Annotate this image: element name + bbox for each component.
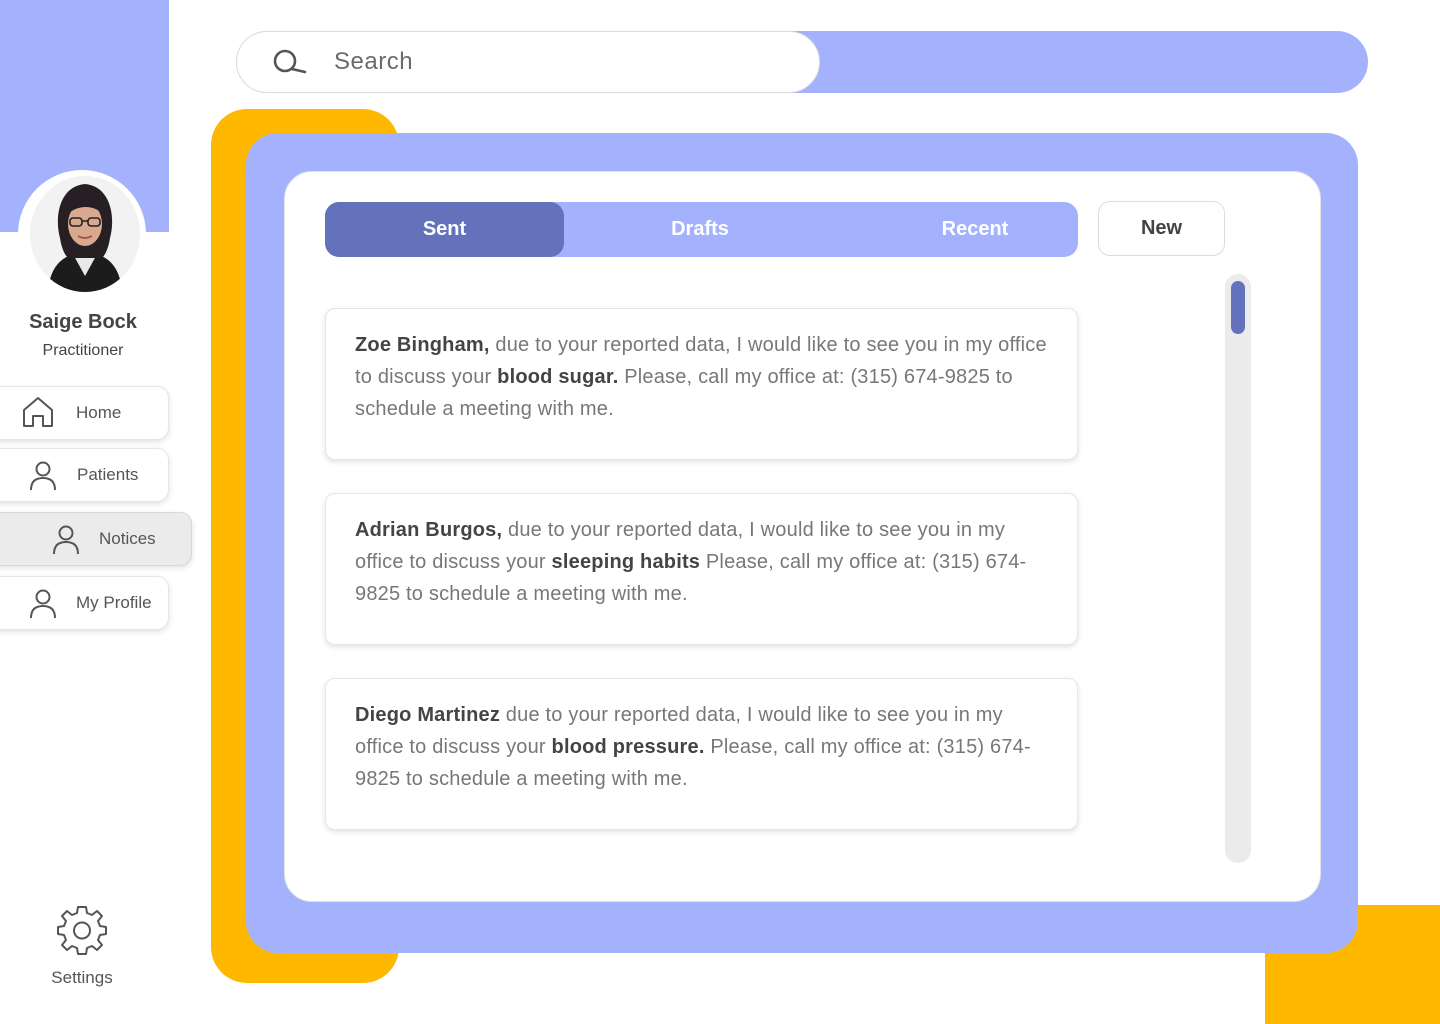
notice-text: Zoe Bingham, due to your reported data, … [355, 329, 1049, 425]
nav-label-patients: Patients [77, 465, 139, 484]
nav-item-patients[interactable]: Patients [0, 448, 169, 502]
nav-item-my-profile[interactable]: My Profile [0, 576, 169, 630]
notice-recipient: Diego Martinez [355, 704, 501, 726]
nav-label-notices: Notices [99, 529, 156, 548]
nav-item-home[interactable]: Home [0, 386, 169, 440]
nav-label-home: Home [76, 403, 122, 422]
notice-card[interactable]: Diego Martinez due to your reported data… [325, 678, 1078, 830]
notice-card[interactable]: Adrian Burgos, due to your reported data… [325, 493, 1078, 645]
search-icon[interactable] [272, 48, 308, 76]
scrollbar-thumb[interactable] [1231, 281, 1245, 334]
notice-recipient: Zoe Bingham, [355, 334, 490, 356]
scrollbar-track[interactable] [1225, 274, 1251, 863]
user-icon [30, 589, 56, 619]
notice-recipient: Adrian Burgos, [355, 519, 503, 541]
notice-tabs: Sent Drafts Recent [325, 202, 1078, 257]
notice-topic: sleeping habits [551, 551, 701, 573]
home-icon [23, 397, 53, 427]
search-input[interactable] [334, 44, 794, 80]
avatar [30, 176, 140, 292]
notice-text: Adrian Burgos, due to your reported data… [355, 514, 1049, 610]
settings-button[interactable]: Settings [42, 904, 122, 988]
tab-sent[interactable]: Sent [325, 202, 564, 257]
gear-icon [57, 906, 107, 955]
nav-item-notices[interactable]: Notices [0, 512, 192, 566]
notice-topic: blood pressure. [551, 736, 705, 758]
user-icon [30, 461, 56, 491]
settings-label: Settings [51, 968, 113, 987]
profile-role: Practitioner [42, 342, 124, 359]
tab-drafts[interactable]: Drafts [580, 202, 820, 257]
user-icon [53, 525, 79, 555]
profile-name: Saige Bock [29, 311, 137, 333]
nav-label-my-profile: My Profile [76, 593, 152, 612]
notice-card[interactable]: Zoe Bingham, due to your reported data, … [325, 308, 1078, 460]
new-notice-button[interactable]: New [1098, 201, 1225, 256]
notice-topic: blood sugar. [497, 366, 619, 388]
notice-text: Diego Martinez due to your reported data… [355, 699, 1049, 795]
avatar-portrait [30, 176, 140, 292]
tab-recent[interactable]: Recent [855, 202, 1095, 257]
notices-page: Saige Bock Practitioner Home Patients No… [0, 0, 1440, 1024]
